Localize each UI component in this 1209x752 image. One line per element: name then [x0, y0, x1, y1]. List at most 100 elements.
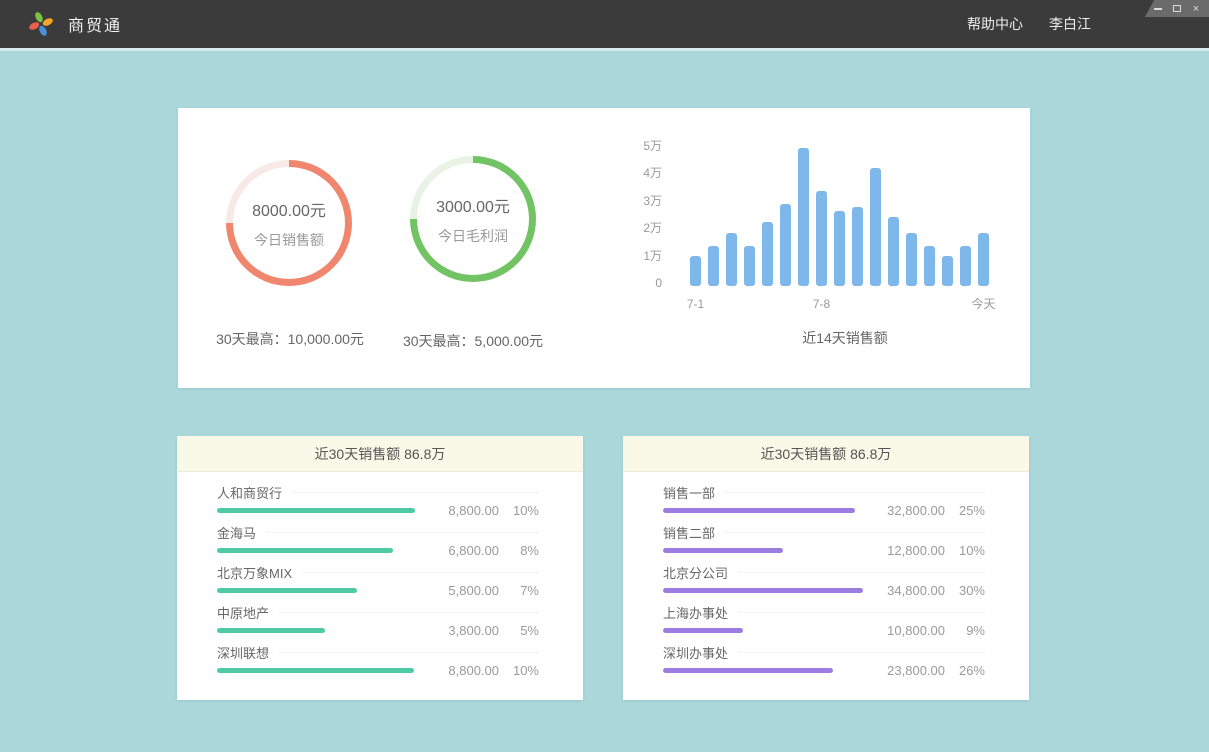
chart-bar [906, 233, 917, 286]
chart-bar [744, 246, 755, 286]
chart-bar [690, 256, 701, 286]
y-tick-label: 5万 [598, 138, 662, 154]
rank-name: 金海马 [217, 523, 256, 542]
rank-bar [217, 508, 415, 513]
y-tick-label: 1万 [598, 248, 662, 264]
rank-percent: 30% [945, 583, 985, 598]
y-tick-label: 4万 [598, 165, 662, 181]
rank-row: 北京万象MIX 5,800.007% [217, 562, 539, 598]
rank-amount: 12,800.00 [873, 543, 945, 558]
rank-name: 销售二部 [663, 523, 715, 542]
chart-bar [816, 191, 827, 286]
rank-bar [217, 628, 325, 633]
maximize-button[interactable] [1172, 4, 1182, 14]
department-rank-list: 销售一部 32,800.0025% 销售二部 12,800.0010% 北京分公司34,… [623, 472, 1029, 678]
rank-percent: 25% [945, 503, 985, 518]
rank-percent: 8% [499, 543, 539, 558]
chart-bar [852, 207, 863, 286]
rank-row: 上海办事处 10,800.009% [663, 602, 985, 638]
department-rank-card: 近30天销售额 86.8万 销售一部 32,800.0025% 销售二部 12,800… [623, 436, 1029, 700]
chart-bar [870, 168, 881, 286]
gauge-label: 今日毛利润 [438, 226, 508, 246]
app-title: 商贸通 [68, 12, 122, 36]
chart-bar [726, 233, 737, 286]
rank-row: 销售二部 12,800.0010% [663, 522, 985, 558]
rank-bar [663, 588, 863, 593]
dotted-leader [266, 532, 539, 533]
y-tick-label: 0 [598, 275, 662, 291]
rank-bar [217, 588, 357, 593]
rank-row: 销售一部 32,800.0025% [663, 482, 985, 518]
rank-amount: 10,800.00 [873, 623, 945, 638]
gauge-value: 8000.00元 [252, 197, 326, 221]
department-rank-title: 近30天销售额 86.8万 [623, 436, 1029, 472]
bar-chart-bars [690, 148, 990, 286]
gauge-footnote: 30天最高：5,000.00元 [353, 331, 593, 351]
customer-rank-title: 近30天销售额 86.8万 [177, 436, 583, 472]
gauge-label: 今日销售额 [254, 230, 324, 250]
chart-bar [834, 211, 845, 286]
minimize-button[interactable] [1153, 4, 1163, 14]
rank-row: 北京分公司34,800.0030% [663, 562, 985, 598]
chart-bar [924, 246, 935, 286]
customer-rank-list: 人和商贸行 8,800.0010% 金海马6,800.008% 北京万象MIX 5,80… [177, 472, 583, 678]
chart-bar [888, 217, 899, 286]
help-center-link[interactable]: 帮助中心 [967, 14, 1023, 34]
dotted-leader [302, 572, 539, 573]
rank-amount: 23,800.00 [873, 663, 945, 678]
rank-bar [663, 508, 855, 513]
titlebar: 商贸通 帮助中心 李白江 [0, 0, 1209, 48]
screen: 商贸通 帮助中心 李白江 × 8000.00元 今日销售额 30天最高：10,0… [0, 0, 1209, 752]
rank-name: 深圳联想 [217, 643, 269, 662]
rank-percent: 26% [945, 663, 985, 678]
rank-percent: 7% [499, 583, 539, 598]
rank-amount: 34,800.00 [873, 583, 945, 598]
minimize-icon [1154, 8, 1162, 10]
rank-row: 金海马6,800.008% [217, 522, 539, 558]
rank-name: 深圳办事处 [663, 643, 728, 662]
chart-bar [708, 246, 719, 286]
y-tick-label: 2万 [598, 220, 662, 236]
rank-amount: 32,800.00 [873, 503, 945, 518]
rank-name: 销售一部 [663, 483, 715, 502]
customer-rank-card: 近30天销售额 86.8万 人和商贸行 8,800.0010% 金海马6,800.0… [177, 436, 583, 700]
rank-percent: 5% [499, 623, 539, 638]
rank-row: 中原地产 3,800.005% [217, 602, 539, 638]
rank-amount: 3,800.00 [427, 623, 499, 638]
rank-percent: 10% [945, 543, 985, 558]
close-button[interactable]: × [1191, 4, 1201, 14]
x-tick-label: 7-8 [813, 296, 830, 312]
rank-percent: 10% [499, 503, 539, 518]
x-tick-label: 今天 [971, 296, 995, 312]
bar-chart-caption: 近14天销售额 [725, 328, 965, 348]
dotted-leader [738, 572, 985, 573]
rank-amount: 5,800.00 [427, 583, 499, 598]
rank-bar [217, 668, 414, 673]
sales-bar-chart: 5万4万3万2万1万0 7-17-8今天 [598, 138, 1008, 333]
user-menu[interactable]: 李白江 [1049, 14, 1091, 34]
dotted-leader [738, 612, 985, 613]
chart-bar [762, 222, 773, 286]
dotted-leader [279, 652, 539, 653]
rank-name: 中原地产 [217, 603, 269, 622]
overview-card: 8000.00元 今日销售额 30天最高：10,000.00元 3000.00元… [178, 108, 1030, 388]
rank-name: 上海办事处 [663, 603, 728, 622]
today-sales-gauge: 8000.00元 今日销售额 [226, 160, 352, 286]
rank-name: 北京万象MIX [217, 563, 292, 582]
rank-bar [663, 668, 833, 673]
rank-bar [217, 548, 393, 553]
rank-name: 人和商贸行 [217, 483, 282, 502]
rank-bar [663, 628, 743, 633]
rank-amount: 8,800.00 [427, 503, 499, 518]
close-icon: × [1193, 4, 1199, 14]
chart-bar [780, 204, 791, 286]
gauge-value: 3000.00元 [436, 193, 510, 217]
chart-bar [798, 148, 809, 286]
rank-row: 人和商贸行 8,800.0010% [217, 482, 539, 518]
dotted-leader [279, 612, 539, 613]
app-logo-pinwheel-icon [28, 11, 54, 37]
dotted-leader [725, 492, 985, 493]
rank-percent: 9% [945, 623, 985, 638]
dotted-leader [725, 532, 985, 533]
today-profit-gauge: 3000.00元 今日毛利润 [410, 156, 536, 282]
